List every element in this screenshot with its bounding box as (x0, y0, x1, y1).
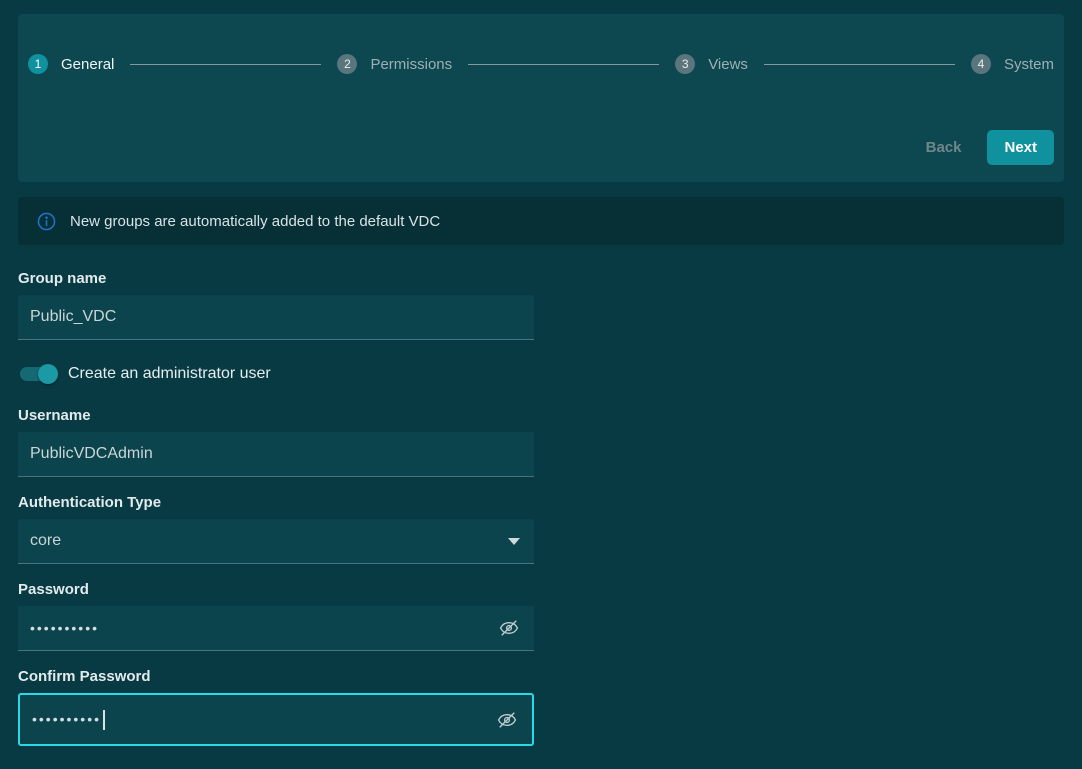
confirm-password-input[interactable]: •••••••••• (18, 693, 534, 746)
step-label: Views (708, 56, 748, 73)
password-input[interactable]: •••••••••• (18, 606, 534, 651)
back-button[interactable]: Back (914, 130, 974, 165)
wizard-actions: Back Next (28, 130, 1054, 165)
toggle-password-visibility-button[interactable] (492, 611, 526, 645)
auth-type-value: core (30, 532, 61, 550)
username-label: Username (18, 407, 534, 424)
step-connector (764, 64, 955, 65)
confirm-password-masked-value: •••••••••• (32, 697, 101, 742)
stepper-card: 1 General 2 Permissions 3 Views 4 System… (18, 14, 1064, 182)
step-label: Permissions (370, 56, 452, 73)
create-admin-toggle[interactable] (20, 364, 56, 384)
password-masked-value: •••••••••• (30, 606, 99, 651)
chevron-down-icon (508, 538, 520, 545)
step-number-badge: 4 (971, 54, 991, 74)
next-button[interactable]: Next (987, 130, 1054, 165)
step-number-badge: 1 (28, 54, 48, 74)
admin-toggle-label: Create an administrator user (68, 365, 271, 383)
step-number-badge: 2 (337, 54, 357, 74)
group-name-input[interactable] (18, 295, 534, 340)
create-group-wizard: 1 General 2 Permissions 3 Views 4 System… (0, 14, 1082, 746)
stepper-step-system[interactable]: 4 System (971, 54, 1054, 74)
stepper-step-views[interactable]: 3 Views (675, 54, 748, 74)
confirm-password-label: Confirm Password (18, 668, 534, 685)
text-cursor (103, 710, 105, 730)
step-connector (468, 64, 659, 65)
toggle-confirm-password-visibility-button[interactable] (490, 703, 524, 737)
admin-toggle-row: Create an administrator user (18, 364, 534, 384)
eye-off-icon (496, 709, 518, 731)
auth-type-label: Authentication Type (18, 494, 534, 511)
info-banner: New groups are automatically added to th… (18, 197, 1064, 245)
group-name-label: Group name (18, 270, 534, 287)
info-icon (36, 211, 57, 232)
banner-message: New groups are automatically added to th… (70, 213, 440, 230)
stepper-step-permissions[interactable]: 2 Permissions (337, 54, 452, 74)
step-label: System (1004, 56, 1054, 73)
step-connector (130, 64, 321, 65)
step-label: General (61, 56, 114, 73)
auth-type-select[interactable]: core (18, 519, 534, 564)
stepper: 1 General 2 Permissions 3 Views 4 System (28, 54, 1054, 74)
general-form: Group name Create an administrator user … (18, 270, 534, 746)
toggle-thumb (38, 364, 58, 384)
step-number-badge: 3 (675, 54, 695, 74)
password-label: Password (18, 581, 534, 598)
username-input[interactable] (18, 432, 534, 477)
eye-off-icon (498, 617, 520, 639)
stepper-step-general[interactable]: 1 General (28, 54, 114, 74)
